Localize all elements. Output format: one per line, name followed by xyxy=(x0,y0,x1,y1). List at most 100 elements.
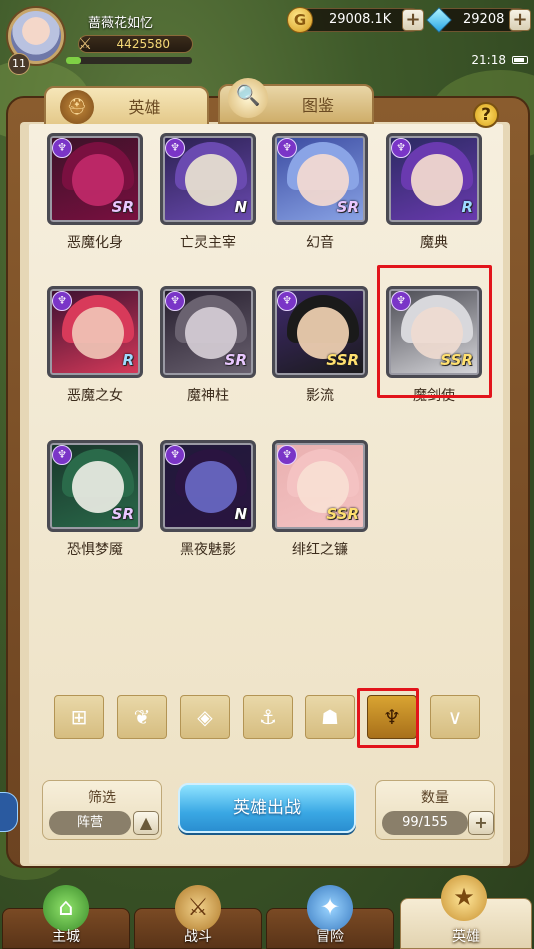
player-name: 蔷薇花如忆 xyxy=(88,16,154,31)
hero-deploy-button[interactable]: 英雄出战 xyxy=(178,783,356,833)
exp-bar-fill xyxy=(66,57,82,64)
demon-class-icon: ♆ xyxy=(391,138,411,158)
count-box: 数量 99/155 + xyxy=(375,780,495,840)
nav-adventure[interactable]: ✦ 冒险 xyxy=(266,885,394,949)
nav-main-city-label: 主城 xyxy=(52,929,80,945)
add-gem-button[interactable]: + xyxy=(509,9,531,31)
hero-card[interactable]: ♆ SR 恐惧梦魇 xyxy=(47,440,143,578)
nav-hero-label: 英雄 xyxy=(452,929,480,945)
filter-tab-anchor-icon[interactable]: ⚓ xyxy=(243,695,293,739)
count-value: 99/155 xyxy=(382,811,468,835)
magnifier-icon: 🔍 xyxy=(228,78,268,118)
demon-class-icon: ♆ xyxy=(52,445,72,465)
power-bar: ⚔ 4425580 xyxy=(78,34,193,53)
hero-portrait: ♆ SR xyxy=(272,133,368,225)
rarity-label: N xyxy=(234,198,247,216)
expand-capacity-button[interactable]: + xyxy=(468,811,494,835)
hero-face xyxy=(72,307,124,359)
help-button[interactable]: ? xyxy=(473,102,499,128)
demon-class-icon: ♆ xyxy=(277,291,297,311)
diamond-icon: ◈ xyxy=(197,705,213,729)
beast-icon: ☗ xyxy=(321,705,339,729)
rarity-label: SR xyxy=(111,505,134,523)
hero-card[interactable]: ♆ R 恶魔之女 xyxy=(47,286,143,424)
hero-portrait: ♆ SR xyxy=(160,286,256,378)
hero-card[interactable]: ♆ SSR 影流 xyxy=(272,286,368,424)
helmet-icon: ⛑ xyxy=(60,90,94,124)
hero-card[interactable]: ♆ N 黑夜魅影 xyxy=(160,440,256,578)
nav-battle-label: 战斗 xyxy=(184,929,212,945)
tab-hero-label: 英雄 xyxy=(128,98,161,117)
hero-face xyxy=(185,154,237,206)
nav-hero[interactable]: ★ 英雄 xyxy=(400,875,532,949)
gold-amount: 29008.1K xyxy=(329,12,392,27)
gem-icon xyxy=(426,7,452,33)
nav-battle[interactable]: ⚔ 战斗 xyxy=(134,885,262,949)
add-gold-button[interactable]: + xyxy=(402,9,424,31)
crossed-swords-icon: ⚔ xyxy=(175,885,221,931)
anchor-icon: ⚓ xyxy=(259,705,277,729)
rarity-label: R xyxy=(461,198,473,216)
hero-card[interactable]: ♆ N 亡灵主宰 xyxy=(160,133,256,271)
tab-dex[interactable]: 🔍 图鉴 xyxy=(218,78,374,124)
rarity-label: SR xyxy=(224,351,247,369)
hero-portrait: ♆ SR xyxy=(47,133,143,225)
clock: 21:18 xyxy=(471,53,506,67)
hero-card[interactable]: ♆ SR 魔神柱 xyxy=(160,286,256,424)
crossed-swords-icon: ⚔ xyxy=(77,34,93,53)
demon-class-icon: ♆ xyxy=(165,291,185,311)
tab-hero[interactable]: ⛑ 英雄 xyxy=(44,86,209,126)
hero-face xyxy=(185,461,237,513)
hero-face xyxy=(411,154,463,206)
demon-class-icon: ♆ xyxy=(165,445,185,465)
gem-resource: 29208 + xyxy=(426,7,531,33)
hero-card[interactable]: ♆ R 魔典 xyxy=(386,133,482,271)
compass-icon: ✦ xyxy=(307,885,353,931)
hero-portrait: ♆ R xyxy=(47,286,143,378)
selected-hero-highlight xyxy=(377,265,492,398)
demon-class-icon: ♆ xyxy=(52,138,72,158)
bottom-nav: ⌂ 主城 ⚔ 战斗 ✦ 冒险 ★ 英雄 xyxy=(0,875,534,949)
leaf-icon: ❦ xyxy=(133,705,151,729)
tab-dex-label: 图鉴 xyxy=(301,96,334,115)
demon-class-icon: ♆ xyxy=(52,291,72,311)
hero-portrait: ♆ N xyxy=(160,133,256,225)
demon-class-icon: ♆ xyxy=(165,138,185,158)
hero-name: 恶魔化身 xyxy=(67,235,123,251)
hero-portrait: ♆ SSR xyxy=(272,440,368,532)
filter-tab-leaf-icon[interactable]: ❦ xyxy=(117,695,167,739)
top-bar: 11 蔷薇花如忆 ⚔ 4425580 G 29008.1K + 29208 + … xyxy=(0,0,534,80)
hero-portrait: ♆ SSR xyxy=(272,286,368,378)
hero-portrait: ♆ N xyxy=(160,440,256,532)
filter-title: 筛选 xyxy=(88,790,116,806)
player-level-badge: 11 xyxy=(8,53,30,75)
hero-name: 恶魔之女 xyxy=(67,388,123,404)
filter-tab-beast-icon[interactable]: ☗ xyxy=(305,695,355,739)
filter-toggle-button[interactable]: ▲ xyxy=(133,811,159,835)
rarity-label: SSR xyxy=(326,351,359,369)
filter-tab-diamond-icon[interactable]: ◈ xyxy=(180,695,230,739)
chevron-icon: ∨ xyxy=(447,705,463,729)
nav-main-city[interactable]: ⌂ 主城 xyxy=(2,885,130,949)
castle-icon: ⌂ xyxy=(43,885,89,931)
rarity-label: SR xyxy=(111,198,134,216)
filter-tab-chevron-icon[interactable]: ∨ xyxy=(430,695,480,739)
hero-portrait: ♆ R xyxy=(386,133,482,225)
selected-filter-highlight xyxy=(357,688,419,748)
power-value: 4425580 xyxy=(116,37,170,51)
count-title: 数量 xyxy=(421,790,449,806)
hero-name: 绯红之镰 xyxy=(292,542,348,558)
hero-name: 黑夜魅影 xyxy=(180,542,236,558)
hero-crest-icon: ★ xyxy=(441,875,487,921)
filter-value[interactable]: 阵营 xyxy=(49,811,131,835)
hero-name: 恐惧梦魇 xyxy=(67,542,123,558)
hero-card[interactable]: ♆ SR 恶魔化身 xyxy=(47,133,143,271)
nav-adventure-label: 冒险 xyxy=(316,929,344,945)
hero-card[interactable]: ♆ SR 幻音 xyxy=(272,133,368,271)
hero-name: 魔神柱 xyxy=(187,388,229,404)
hero-name: 亡灵主宰 xyxy=(180,235,236,251)
hero-card[interactable]: ♆ SSR 绯红之镰 xyxy=(272,440,368,578)
side-event-badge[interactable] xyxy=(0,792,18,832)
filter-box: 筛选 阵营 ▲ xyxy=(42,780,162,840)
filter-tab-grid-icon[interactable]: ⊞ xyxy=(54,695,104,739)
